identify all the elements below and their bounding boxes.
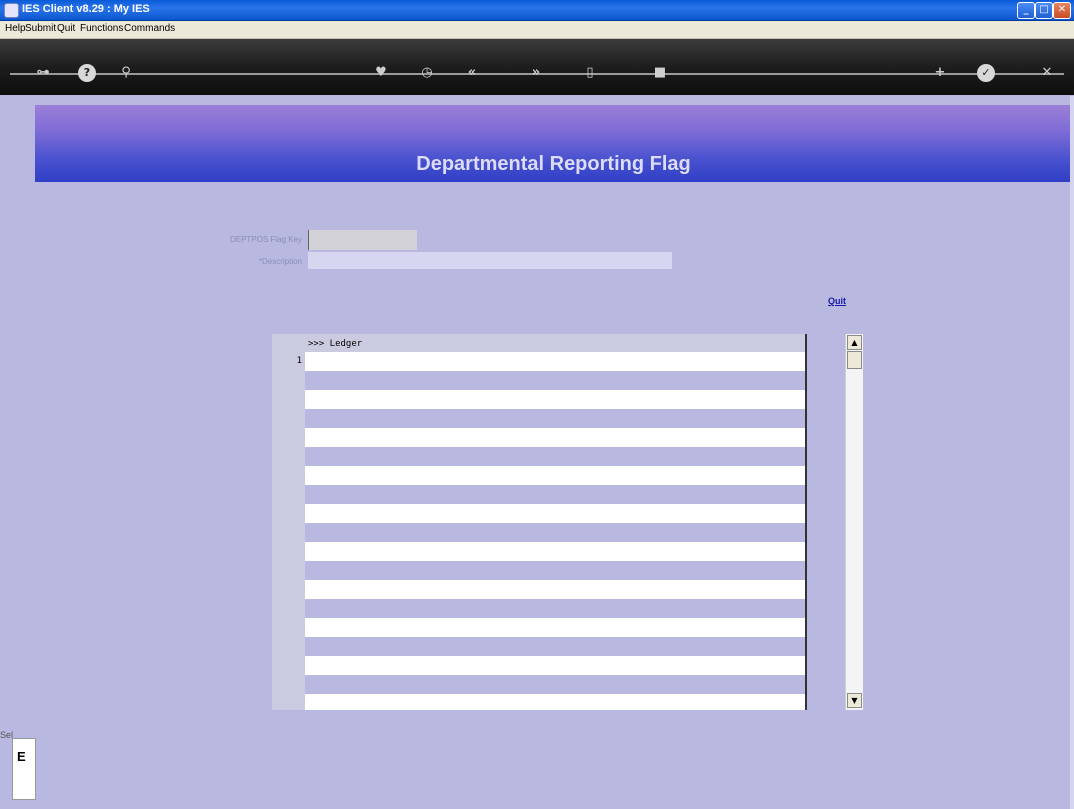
grid-row[interactable] <box>305 390 805 409</box>
grid-scrollbar[interactable]: ▲ ▼ <box>845 334 863 710</box>
grid-row[interactable] <box>305 504 805 523</box>
menu-bar: Help Submit Quit Functions Commands <box>0 21 1074 39</box>
menu-commands[interactable]: Commands <box>124 23 175 34</box>
forward-icon[interactable]: » <box>527 64 545 82</box>
grid-row[interactable] <box>305 656 805 675</box>
grid-right-border <box>805 334 807 710</box>
page-banner: Departmental Reporting Flag <box>35 105 1072 182</box>
grid-row[interactable] <box>305 447 805 466</box>
grid-row[interactable] <box>305 599 805 618</box>
menu-quit[interactable]: Quit <box>57 23 75 34</box>
stop-icon[interactable]: ■ <box>651 64 669 82</box>
grid-row[interactable] <box>305 352 805 371</box>
grid-row[interactable] <box>305 542 805 561</box>
close-button[interactable]: ✕ <box>1053 2 1071 19</box>
description-label: *Description <box>258 257 302 266</box>
app-icon <box>4 3 19 18</box>
grid-row[interactable] <box>305 675 805 694</box>
window-title: IES Client v8.29 : My IES <box>22 3 150 15</box>
menu-submit[interactable]: Submit <box>25 23 56 34</box>
search-icon[interactable]: ⚲ <box>117 64 135 82</box>
scroll-up-icon[interactable]: ▲ <box>847 335 862 350</box>
rewind-icon[interactable]: « <box>463 64 481 82</box>
toolbar: ⊶ ? ⚲ ♥ ◷ « » ▯ ■ + ✓ ✕ <box>0 39 1074 95</box>
grid-row[interactable] <box>305 466 805 485</box>
flag-key-input[interactable] <box>308 230 417 250</box>
flag-key-label: DEPTPOS Flag Key <box>229 235 302 244</box>
grid-row[interactable] <box>305 371 805 390</box>
side-tab-label[interactable]: Sel <box>0 730 13 740</box>
heart-icon[interactable]: ♥ <box>372 64 390 82</box>
scroll-down-icon[interactable]: ▼ <box>847 693 862 708</box>
menu-help[interactable]: Help <box>5 23 26 34</box>
grid-row[interactable] <box>305 428 805 447</box>
scroll-thumb[interactable] <box>847 351 862 369</box>
maximize-button[interactable]: □ <box>1035 2 1053 19</box>
grid-row-number: 1 <box>296 356 302 366</box>
grid-row[interactable] <box>305 561 805 580</box>
help-icon[interactable]: ? <box>78 64 96 82</box>
clock-icon[interactable]: ◷ <box>418 64 436 82</box>
quit-link[interactable]: Quit <box>828 296 846 306</box>
grid-row[interactable] <box>305 523 805 542</box>
minimize-button[interactable]: _ <box>1017 2 1035 19</box>
grid-header-label: >>> Ledger <box>308 339 363 349</box>
check-icon[interactable]: ✓ <box>977 64 995 82</box>
menu-functions[interactable]: Functions <box>80 23 123 34</box>
window-title-bar[interactable]: IES Client v8.29 : My IES _ □ ✕ <box>0 0 1074 21</box>
grid-row[interactable] <box>305 694 805 710</box>
grid-row[interactable] <box>305 637 805 656</box>
grid-row[interactable] <box>305 580 805 599</box>
description-input[interactable] <box>308 252 672 269</box>
cancel-icon[interactable]: ✕ <box>1038 64 1056 82</box>
key-icon[interactable]: ⊶ <box>34 64 52 82</box>
grid-row[interactable] <box>305 485 805 504</box>
right-edge-panel <box>1070 96 1074 809</box>
side-panel[interactable]: E <box>12 738 36 800</box>
grid-row[interactable] <box>305 409 805 428</box>
grid-row-numbers-column <box>272 334 305 710</box>
document-icon[interactable]: ▯ <box>581 64 599 82</box>
grid-row[interactable] <box>305 618 805 637</box>
page-title: Departmental Reporting Flag <box>416 153 691 175</box>
side-panel-letter: E <box>17 749 26 764</box>
grid-header: >>> Ledger <box>305 334 805 352</box>
add-icon[interactable]: + <box>931 64 949 82</box>
